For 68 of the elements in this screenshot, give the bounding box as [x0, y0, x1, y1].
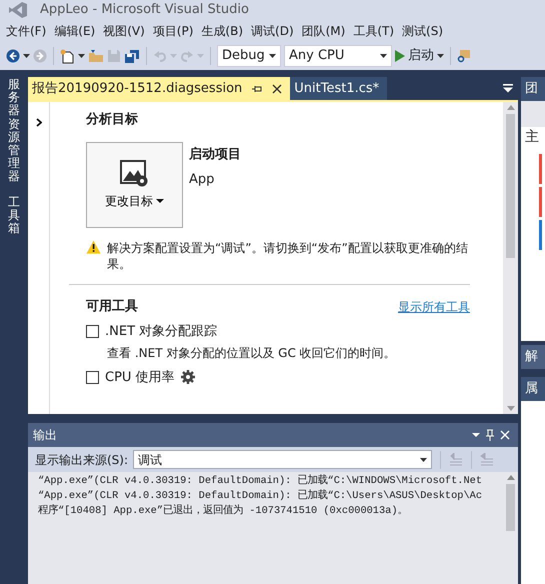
menu-item[interactable]: 生成(B)	[199, 22, 250, 40]
panel-heading: 主	[524, 128, 540, 147]
logo-icon	[8, 1, 28, 19]
tool-label: CPU 使用率	[105, 368, 175, 386]
menu-item[interactable]: 工具(T)	[351, 22, 400, 40]
close-icon[interactable]	[272, 84, 282, 94]
chevron-icon[interactable]	[36, 118, 42, 127]
start-button[interactable]: 启动	[395, 46, 444, 66]
side-tab[interactable]: 服务器资源管理器	[8, 78, 20, 184]
checkbox[interactable]	[86, 370, 99, 384]
status-bar-icon	[539, 187, 542, 217]
scroll-down-icon	[506, 406, 514, 411]
caret-icon	[156, 198, 164, 202]
tool-description: 查看 .NET 对象分配的位置以及 GC 收回它们的时间。	[106, 344, 397, 362]
menu-item[interactable]: 文件(F)	[4, 22, 52, 40]
change-target-button[interactable]: 更改目标	[86, 142, 183, 228]
overflow-icon[interactable]	[503, 84, 513, 93]
back-icon[interactable]	[6, 49, 20, 63]
section-heading: 可用工具	[86, 298, 138, 316]
document-tab[interactable]: UnitTest1.cs*	[290, 77, 388, 100]
status-bar-icon	[539, 220, 542, 250]
project-heading: 启动项目	[189, 146, 241, 164]
scroll-up-icon	[506, 475, 514, 480]
caret-icon[interactable]	[472, 433, 480, 437]
panel-toolbar	[521, 101, 545, 127]
output-line: “App.exe”(CLR v4.0.30319: DefaultDomain): 已加载“C:\Users\ASUS\Desktop\Ac	[38, 489, 484, 504]
show-all-tools-link[interactable]: 显示所有工具	[398, 298, 470, 316]
find-icon[interactable]	[457, 49, 470, 63]
caret-icon	[380, 54, 387, 58]
platform-dropdown[interactable]: Any CPU	[284, 45, 392, 67]
play-icon	[395, 50, 405, 62]
section-heading: 分析目标	[86, 111, 139, 129]
window-title: AppLeo - Microsoft Visual Studio	[40, 1, 249, 20]
project-name: App	[189, 171, 216, 189]
menu-item[interactable]: 团队(M)	[300, 22, 352, 40]
panel-title: 团	[521, 77, 545, 101]
status-bar-icon	[539, 154, 542, 184]
caret-icon	[269, 54, 276, 58]
caret-icon	[420, 458, 428, 462]
caret-icon[interactable]	[23, 54, 30, 58]
pin-icon[interactable]	[252, 84, 262, 92]
source-dropdown[interactable]: 调试	[133, 450, 432, 469]
side-tab[interactable]: 工具箱	[8, 196, 20, 236]
warning-icon	[86, 240, 101, 254]
menu-item[interactable]: 编辑(E)	[52, 22, 102, 40]
save-all-icon[interactable]	[124, 48, 140, 64]
warning-text: 解决方案配置设置为“调试”。请切换到“发布”配置以获取更准确的结果。	[107, 240, 469, 272]
caret-icon	[437, 54, 444, 58]
folder-icon[interactable]	[88, 49, 104, 63]
checkbox[interactable]	[86, 325, 99, 338]
document-tab[interactable]: 报告20190920-1512.diagsession	[28, 77, 290, 100]
settings-icon[interactable]	[180, 370, 195, 384]
scroll-up-icon	[506, 105, 514, 110]
output-line: “App.exe”(CLR v4.0.30319: DefaultDomain): 已加载“C:\WINDOWS\Microsoft.Net	[38, 474, 484, 489]
menu-item[interactable]: 测试(S)	[400, 22, 450, 40]
output-line: 程序“[10408] App.exe”已退出，返回值为 -1073741510 (0xc000013a)。	[38, 504, 409, 519]
panel-title: 属	[521, 377, 545, 401]
tool-label: .NET 对象分配跟踪	[105, 323, 218, 341]
caret-icon[interactable]	[78, 54, 85, 58]
menu-item[interactable]: 调试(D)	[249, 22, 300, 40]
panel-title: 输出	[33, 427, 57, 444]
scrollbar[interactable]	[503, 102, 518, 414]
new-item-icon[interactable]	[60, 48, 75, 64]
menu-item[interactable]: 视图(V)	[101, 22, 151, 40]
configuration-dropdown[interactable]: Debug	[217, 45, 281, 67]
source-label: 显示输出来源(S):	[35, 452, 128, 468]
menu-item[interactable]: 项目(P)	[150, 22, 200, 40]
panel-tab[interactable]: 解	[521, 345, 545, 369]
